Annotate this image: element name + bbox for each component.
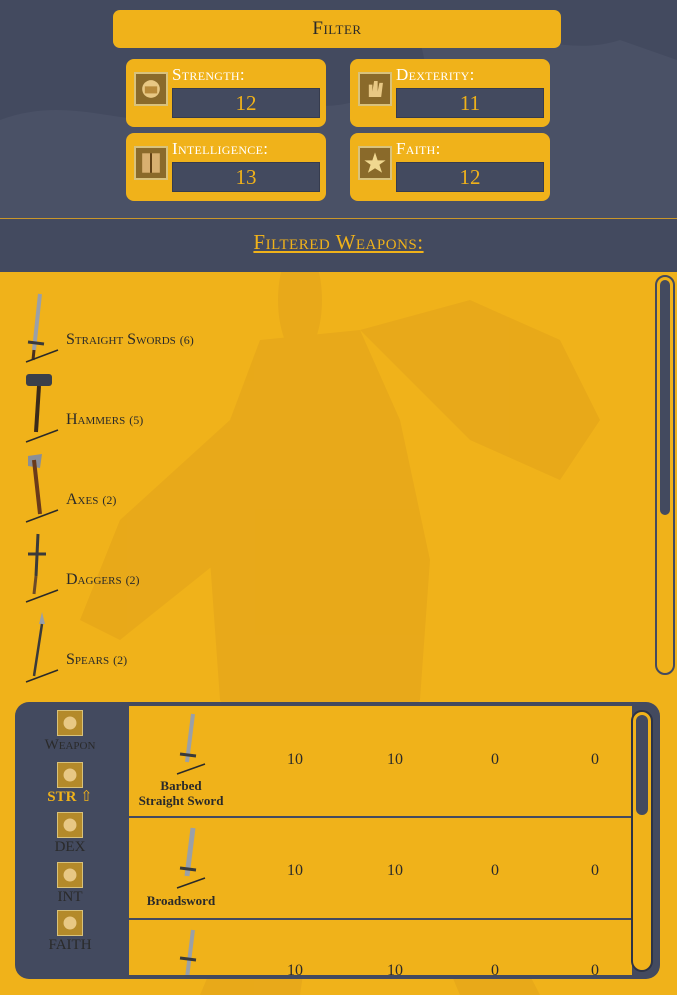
category-list-scroll-thumb[interactable] xyxy=(660,280,670,515)
category-axes[interactable]: Axes (2) xyxy=(14,450,414,530)
faith-value: 0 xyxy=(591,862,599,879)
axe-icon xyxy=(14,450,64,530)
fist-icon xyxy=(134,72,168,106)
dexterity-label: Dexterity: xyxy=(396,65,475,84)
faith-stat: Faith: 12 xyxy=(350,133,550,201)
strength-stat: Strength: 12 xyxy=(126,59,326,127)
str-value: 10 xyxy=(287,751,303,768)
sort-by-dex[interactable]: DEX xyxy=(15,812,125,856)
dex-value: 10 xyxy=(387,862,403,879)
faith-value: 0 xyxy=(591,962,599,975)
weapon-name-line1: Barbed xyxy=(160,778,202,793)
dexterity-stat: Dexterity: 11 xyxy=(350,59,550,127)
table-row[interactable]: Broadsword 10 10 0 0 xyxy=(129,820,632,920)
sort-label-active: STR ⇧ xyxy=(47,789,93,805)
category-label: Spears xyxy=(66,651,110,668)
star-icon xyxy=(358,146,392,180)
int-value: 0 xyxy=(491,751,499,768)
dex-value: 10 xyxy=(387,962,403,975)
category-label: Daggers xyxy=(66,571,122,588)
intelligence-stat: Intelligence: 13 xyxy=(126,133,326,201)
sort-by-str[interactable]: STR ⇧ xyxy=(15,762,125,806)
sort-label: FAITH xyxy=(48,937,92,953)
faith-input[interactable]: 12 xyxy=(396,162,544,192)
category-count: (2) xyxy=(102,493,117,507)
category-list-scrollbar[interactable] xyxy=(655,275,675,675)
sort-by-weapon[interactable]: Weapon xyxy=(15,710,125,754)
header-divider xyxy=(0,218,677,219)
intelligence-label: Intelligence: xyxy=(172,139,269,158)
category-count: (2) xyxy=(113,653,128,667)
table-row[interactable]: Barbed Straight Sword 10 10 0 0 xyxy=(129,706,632,808)
category-hammers[interactable]: Hammers (5) xyxy=(14,370,414,450)
weapon-sort-icon xyxy=(57,710,83,736)
filter-button[interactable]: Filter xyxy=(113,10,561,48)
sort-label: Weapon xyxy=(44,737,96,753)
sort-label: DEX xyxy=(54,839,86,855)
sort-by-faith[interactable]: FAITH xyxy=(15,910,125,954)
weapon-rows: Barbed Straight Sword 10 10 0 0 Broadswo… xyxy=(129,706,632,975)
weapon-category-list: Straight Swords (6) Hammers (5) Axes (2)… xyxy=(0,272,650,683)
book-icon xyxy=(134,146,168,180)
barbed-straight-sword-icon xyxy=(169,712,209,780)
faith-sort-icon xyxy=(57,910,83,936)
int-value: 0 xyxy=(491,962,499,975)
weapon-table-scrollbar[interactable] xyxy=(631,710,653,972)
category-label: Axes xyxy=(66,491,99,508)
hammer-icon xyxy=(14,370,64,450)
spear-icon xyxy=(14,610,64,690)
int-value: 0 xyxy=(491,862,499,879)
category-label: Straight Swords xyxy=(66,331,176,348)
table-row[interactable]: 10 10 0 0 xyxy=(129,922,632,975)
str-sort-icon xyxy=(57,762,83,788)
category-daggers[interactable]: Daggers (2) xyxy=(14,530,414,610)
row-divider xyxy=(129,816,632,818)
sort-by-int[interactable]: INT xyxy=(15,862,125,906)
dexterity-input[interactable]: 11 xyxy=(396,88,544,118)
category-count: (5) xyxy=(129,413,144,427)
category-count: (2) xyxy=(125,573,140,587)
dex-value: 10 xyxy=(387,751,403,768)
hand-icon xyxy=(358,72,392,106)
str-value: 10 xyxy=(287,862,303,879)
broadsword-icon xyxy=(169,826,209,894)
str-value: 10 xyxy=(287,962,303,975)
weapon-name-line1: Broadsword xyxy=(146,893,216,908)
faith-value: 0 xyxy=(591,751,599,768)
faith-label: Faith: xyxy=(396,139,441,158)
strength-input[interactable]: 12 xyxy=(172,88,320,118)
category-count: (6) xyxy=(179,333,194,347)
weapon-icon xyxy=(169,928,209,975)
intelligence-input[interactable]: 13 xyxy=(172,162,320,192)
sort-label: INT xyxy=(57,889,83,905)
category-spears[interactable]: Spears (2) xyxy=(14,610,414,690)
straight-sword-icon xyxy=(14,290,64,370)
weapon-name-line2: Straight Sword xyxy=(138,793,224,808)
dagger-icon xyxy=(14,530,64,610)
weapon-table-panel: Weapon STR ⇧ DEX INT FAITH Barbed Straig… xyxy=(15,702,660,979)
row-divider xyxy=(129,918,632,920)
int-sort-icon xyxy=(57,862,83,888)
dex-sort-icon xyxy=(57,812,83,838)
sort-column: Weapon STR ⇧ DEX INT FAITH xyxy=(15,702,125,979)
strength-label: Strength: xyxy=(172,65,245,84)
category-label: Hammers xyxy=(66,411,126,428)
weapon-table-scroll-thumb[interactable] xyxy=(636,715,648,815)
filtered-weapons-heading: Filtered Weapons: xyxy=(253,230,424,254)
category-straight-swords[interactable]: Straight Swords (6) xyxy=(14,290,414,370)
